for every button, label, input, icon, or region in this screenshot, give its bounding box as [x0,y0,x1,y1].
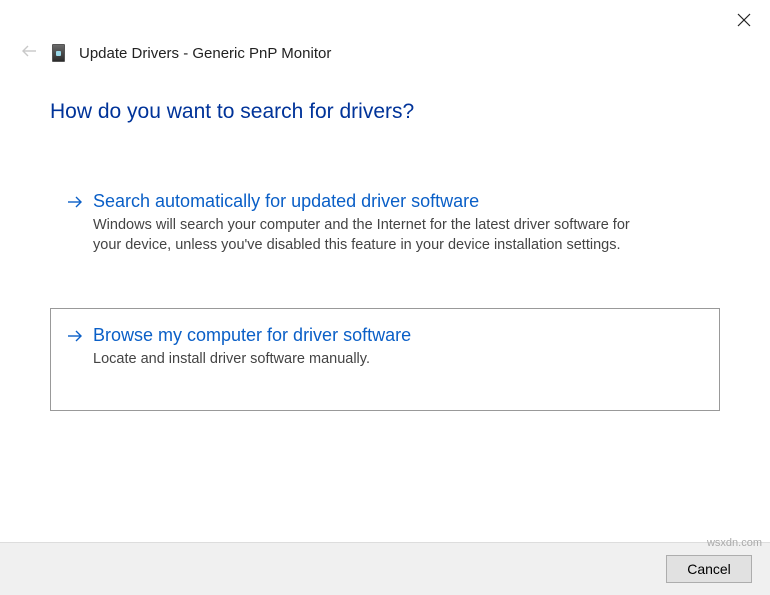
back-arrow-icon [21,44,37,63]
close-icon [737,13,751,32]
option-search-automatically[interactable]: Search automatically for updated driver … [50,174,720,274]
dialog-title: Update Drivers - Generic PnP Monitor [79,45,331,62]
cancel-button[interactable]: Cancel [666,555,752,583]
titlebar [0,0,770,36]
watermark: wsxdn.com [707,537,762,549]
back-button[interactable] [20,44,38,62]
option-description: Locate and install driver software manua… [93,350,653,370]
arrow-right-icon [67,329,83,343]
option-head: Search automatically for updated driver … [67,191,699,212]
arrow-right-icon [67,195,83,209]
dialog-footer: Cancel [0,542,770,595]
update-drivers-dialog: Update Drivers - Generic PnP Monitor How… [0,0,770,595]
option-title: Search automatically for updated driver … [93,191,479,212]
option-head: Browse my computer for driver software [67,325,699,346]
option-browse-computer[interactable]: Browse my computer for driver software L… [50,308,720,411]
option-title: Browse my computer for driver software [93,325,411,346]
dialog-header: Update Drivers - Generic PnP Monitor [0,36,770,74]
page-heading: How do you want to search for drivers? [50,100,720,124]
monitor-icon [52,44,65,62]
option-description: Windows will search your computer and th… [93,216,653,255]
dialog-content: How do you want to search for drivers? S… [0,74,770,542]
close-button[interactable] [730,8,758,36]
